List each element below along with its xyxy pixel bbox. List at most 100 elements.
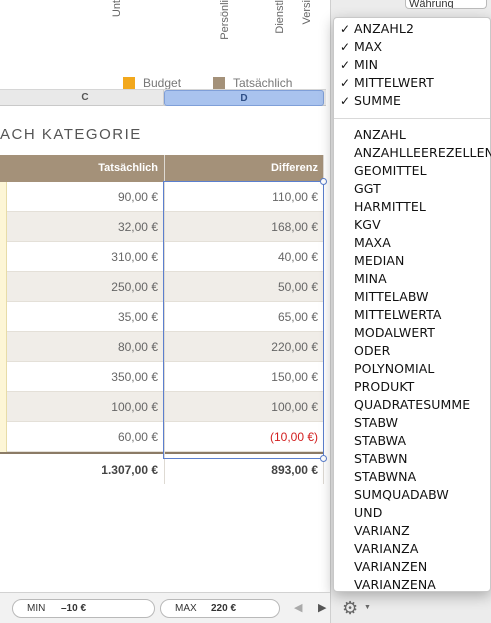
menu-item[interactable]: STABWNA: [334, 468, 490, 486]
menu-item-checked[interactable]: ✓ ANZAHL2: [334, 20, 490, 38]
table-row: 90,00 €110,00 €: [0, 182, 324, 212]
menu-item-label: MITTELWERT: [354, 75, 434, 90]
table-row: 60,00 € (10,00 €): [0, 422, 324, 452]
column-header-d[interactable]: D: [164, 90, 324, 106]
cell-tatsaechlich[interactable]: 35,00 €: [7, 302, 164, 332]
menu-item[interactable]: GGT: [334, 180, 490, 198]
menu-item[interactable]: ANZAHL: [334, 126, 490, 144]
menu-item[interactable]: HARMITTEL: [334, 198, 490, 216]
cell-tatsaechlich[interactable]: 350,00 €: [7, 362, 164, 392]
status-bar: MIN –10 € MAX 220 € ◀ ▶: [0, 592, 330, 623]
cell-differenz[interactable]: 65,00 €: [164, 302, 324, 332]
selection-handle-top[interactable]: [320, 178, 327, 185]
total-differenz[interactable]: 893,00 €: [164, 454, 324, 486]
function-menu: ✓ ANZAHL2 ✓ MAX ✓ MIN ✓ MITTELWERT ✓ SUMME ANZAHL…: [333, 17, 491, 592]
menu-separator: [334, 118, 490, 119]
max-value: 220 €: [211, 603, 237, 614]
nav-right-icon[interactable]: ▶: [318, 601, 326, 614]
cell-tatsaechlich[interactable]: 310,00 €: [7, 242, 164, 272]
menu-item-label: MAX: [354, 39, 383, 54]
table-row: 310,00 €40,00 €: [0, 242, 324, 272]
max-pill[interactable]: MAX 220 €: [160, 599, 280, 618]
chart-category-label: Unt: [111, 0, 123, 18]
menu-item[interactable]: MODALWERT: [334, 324, 490, 342]
cell-differenz[interactable]: 40,00 €: [164, 242, 324, 272]
chevron-down-icon[interactable]: ▼: [364, 604, 371, 611]
menu-item[interactable]: QUADRATESUMME: [334, 396, 490, 414]
gear-icon[interactable]: ⚙: [342, 598, 358, 619]
max-label: MAX: [175, 603, 197, 614]
min-pill[interactable]: MIN –10 €: [12, 599, 155, 618]
table-row: 80,00 €220,00 €: [0, 332, 324, 362]
menu-item-checked[interactable]: ✓ MITTELWERT: [334, 74, 490, 92]
menu-item[interactable]: UND: [334, 504, 490, 522]
legend-swatch-actual: [213, 77, 225, 89]
cell-tatsaechlich[interactable]: 90,00 €: [7, 182, 164, 212]
menu-item-checked[interactable]: ✓ SUMME: [334, 92, 490, 110]
menu-item[interactable]: STABWN: [334, 450, 490, 468]
cell-tatsaechlich[interactable]: 250,00 €: [7, 272, 164, 302]
legend-swatch-budget: [123, 77, 135, 89]
chart-category-label: Versi: [301, 0, 313, 25]
menu-item-label: SUMME: [354, 93, 402, 108]
cell-differenz[interactable]: 100,00 €: [164, 392, 324, 422]
menu-item[interactable]: VARIANZA: [334, 540, 490, 558]
menu-item[interactable]: VARIANZEN: [334, 558, 490, 576]
menu-item[interactable]: STABWA: [334, 432, 490, 450]
column-header-bar: C D: [0, 89, 326, 106]
cell-differenz[interactable]: 220,00 €: [164, 332, 324, 362]
menu-item[interactable]: MAXA: [334, 234, 490, 252]
cell-differenz[interactable]: (10,00 €): [164, 422, 324, 452]
table-row: 32,00 €168,00 €: [0, 212, 324, 242]
menu-item[interactable]: MITTELWERTA: [334, 306, 490, 324]
chart-legend-actual: Tatsächlich: [213, 76, 292, 90]
chart-category-label: Persönli: [219, 0, 231, 40]
table-row: 100,00 €100,00 €: [0, 392, 324, 422]
menu-item[interactable]: VARIANZ: [334, 522, 490, 540]
menu-item[interactable]: ODER: [334, 342, 490, 360]
header-differenz[interactable]: Differenz: [164, 155, 324, 182]
total-tatsaechlich[interactable]: 1.307,00 €: [7, 454, 164, 486]
legend-label: Budget: [143, 76, 182, 90]
checkmark-icon: ✓: [340, 58, 351, 72]
cell-tatsaechlich[interactable]: 80,00 €: [7, 332, 164, 362]
header-tatsaechlich[interactable]: Tatsächlich: [7, 155, 164, 182]
chart-category-label: Dienstl: [274, 0, 286, 34]
min-value: –10 €: [61, 603, 87, 614]
cell-tatsaechlich[interactable]: 100,00 €: [7, 392, 164, 422]
menu-item-label: ANZAHL2: [354, 21, 415, 36]
cell-tatsaechlich[interactable]: 60,00 €: [7, 422, 164, 452]
cell-differenz[interactable]: 50,00 €: [164, 272, 324, 302]
cell-differenz[interactable]: 168,00 €: [164, 212, 324, 242]
checkmark-icon: ✓: [340, 76, 351, 90]
chart-legend-budget: Budget: [123, 76, 181, 90]
checkmark-icon: ✓: [340, 40, 351, 54]
cell-differenz[interactable]: 110,00 €: [164, 182, 324, 212]
cell-differenz[interactable]: 150,00 €: [164, 362, 324, 392]
menu-item[interactable]: MITTELABW: [334, 288, 490, 306]
table-row: 350,00 €150,00 €: [0, 362, 324, 392]
currency-dropdown[interactable]: Währung: [405, 0, 487, 9]
nav-left-icon[interactable]: ◀: [294, 601, 302, 614]
cell-tatsaechlich[interactable]: 32,00 €: [7, 212, 164, 242]
menu-item[interactable]: MINA: [334, 270, 490, 288]
menu-item[interactable]: KGV: [334, 216, 490, 234]
min-label: MIN: [27, 603, 46, 614]
column-header-c[interactable]: C: [7, 90, 164, 106]
menu-item-label: MIN: [354, 57, 379, 72]
menu-item[interactable]: GEOMITTEL: [334, 162, 490, 180]
selection-handle-bottom[interactable]: [320, 455, 327, 462]
menu-item[interactable]: ANZAHLLEEREZELLEN: [334, 144, 491, 162]
table-title: ACH KATEGORIE: [0, 126, 142, 143]
table-row: 250,00 €50,00 €: [0, 272, 324, 302]
menu-item[interactable]: VARIANZENA: [334, 576, 490, 594]
legend-label: Tatsächlich: [233, 76, 293, 90]
menu-item-checked[interactable]: ✓ MAX: [334, 38, 490, 56]
menu-item[interactable]: POLYNOMIAL: [334, 360, 490, 378]
menu-item[interactable]: PRODUKT: [334, 378, 490, 396]
menu-item-checked[interactable]: ✓ MIN: [334, 56, 490, 74]
checkmark-icon: ✓: [340, 22, 351, 36]
menu-item[interactable]: SUMQUADABW: [334, 486, 490, 504]
menu-item[interactable]: MEDIAN: [334, 252, 490, 270]
menu-item[interactable]: STABW: [334, 414, 490, 432]
